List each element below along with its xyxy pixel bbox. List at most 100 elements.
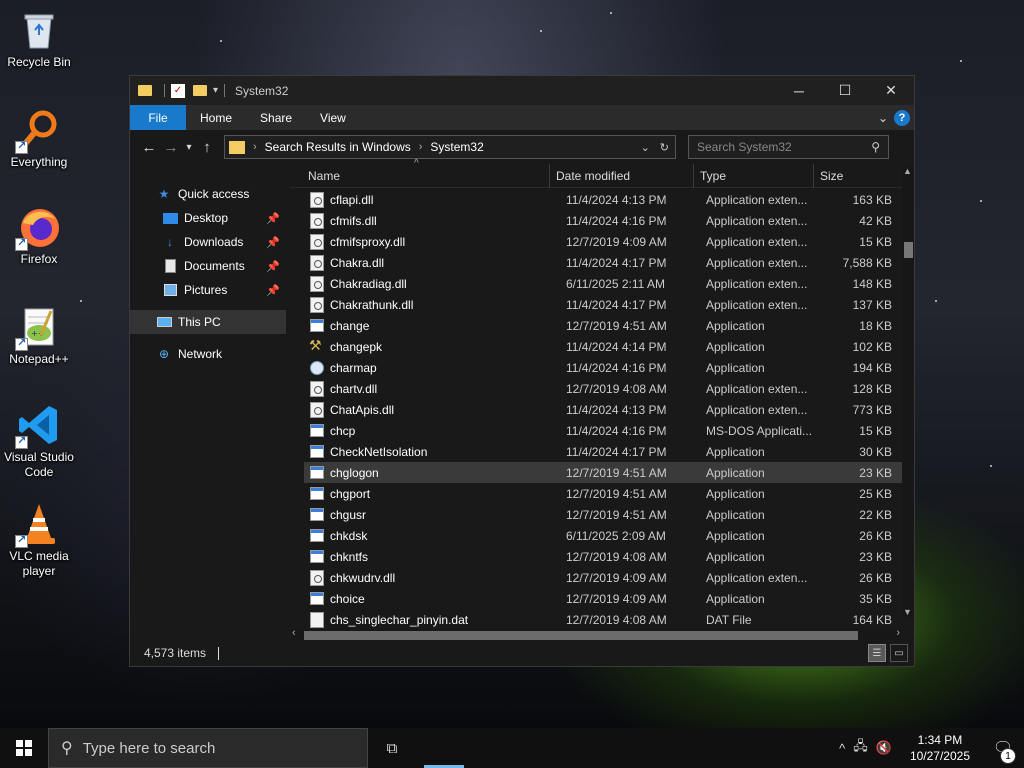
- back-button[interactable]: ←: [138, 139, 160, 156]
- large-icons-view-icon[interactable]: ▭: [890, 644, 908, 662]
- tab-home[interactable]: Home: [186, 105, 246, 130]
- file-row[interactable]: change 12/7/2019 4:51 AM Application 18 KB: [304, 315, 902, 336]
- column-header-date[interactable]: Date modified: [550, 163, 694, 188]
- file-row[interactable]: chkwudrv.dll 12/7/2019 4:09 AM Application…: [304, 567, 902, 588]
- new-folder-icon[interactable]: [193, 85, 207, 96]
- title-bar[interactable]: ✓ ▾ System32 ─ ☐ ✕: [130, 76, 914, 105]
- file-size: 194 KB: [852, 360, 892, 375]
- properties-icon[interactable]: ✓: [171, 83, 185, 98]
- details-view-icon[interactable]: ☰: [868, 644, 886, 662]
- tab-share[interactable]: Share: [246, 105, 306, 130]
- column-header-type[interactable]: Type: [694, 163, 814, 188]
- nav-item-network[interactable]: ⊕ Network: [130, 342, 290, 366]
- file-size: 26 KB: [859, 528, 892, 543]
- file-row[interactable]: chcp 11/4/2024 4:16 PM MS-DOS Applicati...…: [304, 420, 902, 441]
- taskbar-search[interactable]: ⚲ Type here to search: [48, 728, 368, 768]
- nav-item-pictures[interactable]: Pictures 📌: [130, 278, 290, 302]
- app-file-icon: [310, 424, 324, 437]
- file-row[interactable]: chs_singlechar_pinyin.dat 12/7/2019 4:08 …: [304, 609, 902, 630]
- file-row[interactable]: cfmifs.dll 11/4/2024 4:16 PM Application e…: [304, 210, 902, 231]
- scroll-up-icon[interactable]: ▲: [903, 166, 912, 176]
- scrollbar-thumb[interactable]: [304, 631, 858, 640]
- desktop-icon-everything[interactable]: Everything: [2, 108, 76, 170]
- taskbar: ⚲ Type here to search ⧉ ^ 🖧 🔇 1:34 PM 10…: [0, 728, 1024, 768]
- dll-file-icon: [310, 212, 324, 229]
- nav-item-desktop[interactable]: Desktop 📌: [130, 206, 290, 230]
- file-name: chgport: [330, 486, 371, 501]
- column-header-name[interactable]: ^ Name: [290, 158, 550, 188]
- file-date: 11/4/2024 4:13 PM: [566, 402, 667, 417]
- task-view-button[interactable]: ⧉: [368, 740, 416, 757]
- file-row[interactable]: chkntfs 12/7/2019 4:08 AM Application 23 KB: [304, 546, 902, 567]
- nav-item-downloads[interactable]: ↓ Downloads 📌: [130, 230, 290, 254]
- scroll-right-icon[interactable]: ›: [896, 627, 900, 639]
- column-header-size[interactable]: Size: [814, 164, 892, 188]
- nav-item-documents[interactable]: Documents 📌: [130, 254, 290, 278]
- address-dropdown-icon[interactable]: ⌄: [641, 141, 650, 154]
- breadcrumb-system32[interactable]: System32: [430, 140, 483, 154]
- tab-view[interactable]: View: [306, 105, 360, 130]
- scroll-down-icon[interactable]: ▼: [903, 607, 912, 617]
- file-row[interactable]: chgport 12/7/2019 4:51 AM Application 25 KB: [304, 483, 902, 504]
- file-row[interactable]: cflapi.dll 11/4/2024 4:13 PM Application e…: [304, 189, 902, 210]
- search-input[interactable]: Search System32: [697, 140, 792, 154]
- pin-icon[interactable]: 📌: [266, 236, 280, 249]
- scrollbar-thumb[interactable]: [904, 242, 913, 258]
- quick-access-dropdown-icon[interactable]: ▾: [213, 85, 218, 96]
- pin-icon[interactable]: 📌: [266, 284, 280, 297]
- recent-locations-chevron-icon[interactable]: ▾: [182, 142, 196, 153]
- desktop-folder-icon: [162, 211, 178, 225]
- search-box[interactable]: Search System32 ⚲: [688, 135, 889, 159]
- help-icon[interactable]: ?: [894, 109, 910, 126]
- pin-icon[interactable]: 📌: [266, 212, 280, 225]
- file-row[interactable]: chkdsk 6/11/2025 2:09 AM Application 26 KB: [304, 525, 902, 546]
- show-hidden-icons-chevron-icon[interactable]: ^: [839, 741, 845, 756]
- scroll-left-icon[interactable]: ‹: [292, 627, 296, 639]
- file-row[interactable]: cfmifsproxy.dll 12/7/2019 4:09 AM Applicat…: [304, 231, 902, 252]
- file-type: Application exten...: [706, 570, 808, 585]
- desktop-icon-firefox[interactable]: Firefox: [2, 205, 76, 267]
- forward-button[interactable]: →: [160, 139, 182, 156]
- maximize-button[interactable]: ☐: [822, 76, 868, 105]
- desktop-icon-vscode[interactable]: Visual Studio Code: [2, 403, 76, 480]
- file-row[interactable]: CheckNetIsolation 11/4/2024 4:17 PM Applic…: [304, 441, 902, 462]
- dll-file-icon: [310, 254, 324, 271]
- file-row[interactable]: charmap 11/4/2024 4:16 PM Application 194 K…: [304, 357, 902, 378]
- pin-icon[interactable]: 📌: [266, 260, 280, 273]
- address-bar[interactable]: › Search Results in Windows › System32 ⌄…: [224, 135, 676, 159]
- desktop-icon-notepad-plus-plus[interactable]: ++ Notepad++: [2, 305, 76, 367]
- breadcrumb-search-results[interactable]: Search Results in Windows: [265, 140, 411, 154]
- file-date: 12/7/2019 4:09 AM: [566, 234, 667, 249]
- start-button[interactable]: [0, 728, 48, 768]
- vertical-scrollbar[interactable]: ▲ ▼: [902, 164, 914, 619]
- minimize-button[interactable]: ─: [776, 76, 822, 105]
- dll-file-icon: [310, 191, 324, 208]
- network-status-icon[interactable]: 🖧: [853, 737, 868, 759]
- file-row[interactable]: Chakra.dll 11/4/2024 4:17 PM Application e…: [304, 252, 902, 273]
- file-row[interactable]: Chakrathunk.dll 11/4/2024 4:17 PM Applicat…: [304, 294, 902, 315]
- close-button[interactable]: ✕: [868, 76, 914, 105]
- file-row[interactable]: choice 12/7/2019 4:09 AM Application 35 KB: [304, 588, 902, 609]
- file-row[interactable]: Chakradiag.dll 6/11/2025 2:11 AM Applicati…: [304, 273, 902, 294]
- desktop-icon-vlc[interactable]: VLC media player: [2, 502, 76, 579]
- nav-item-quick-access[interactable]: ★ Quick access: [130, 182, 290, 206]
- volume-muted-icon[interactable]: 🔇: [876, 740, 892, 756]
- nav-item-this-pc[interactable]: This PC: [130, 310, 286, 334]
- file-row[interactable]: chgusr 12/7/2019 4:51 AM Application 22 KB: [304, 504, 902, 525]
- file-row[interactable]: chglogon 12/7/2019 4:51 AM Application 23 K…: [304, 462, 902, 483]
- file-list: ^ Name Date modified Type Size cflapi.dl…: [290, 158, 914, 641]
- refresh-icon[interactable]: ↻: [660, 141, 669, 154]
- action-center-button[interactable]: 🗨 1: [988, 738, 1018, 764]
- column-label: Name: [308, 168, 341, 183]
- file-row[interactable]: chartv.dll 12/7/2019 4:08 AM Application e…: [304, 378, 902, 399]
- chevron-right-icon: ›: [253, 141, 257, 153]
- tab-file[interactable]: File: [130, 105, 186, 130]
- expand-ribbon-icon[interactable]: ⌄: [878, 111, 888, 125]
- up-button[interactable]: ↑: [196, 139, 218, 156]
- clock[interactable]: 1:34 PM 10/27/2025: [900, 732, 980, 764]
- file-date: 12/7/2019 4:08 AM: [566, 612, 667, 627]
- file-row[interactable]: changepk 11/4/2024 4:14 PM Application 102 …: [304, 336, 902, 357]
- desktop-icon-recycle-bin[interactable]: Recycle Bin: [2, 8, 76, 70]
- file-row[interactable]: ChatApis.dll 11/4/2024 4:13 PM Application…: [304, 399, 902, 420]
- file-size: 30 KB: [859, 444, 892, 459]
